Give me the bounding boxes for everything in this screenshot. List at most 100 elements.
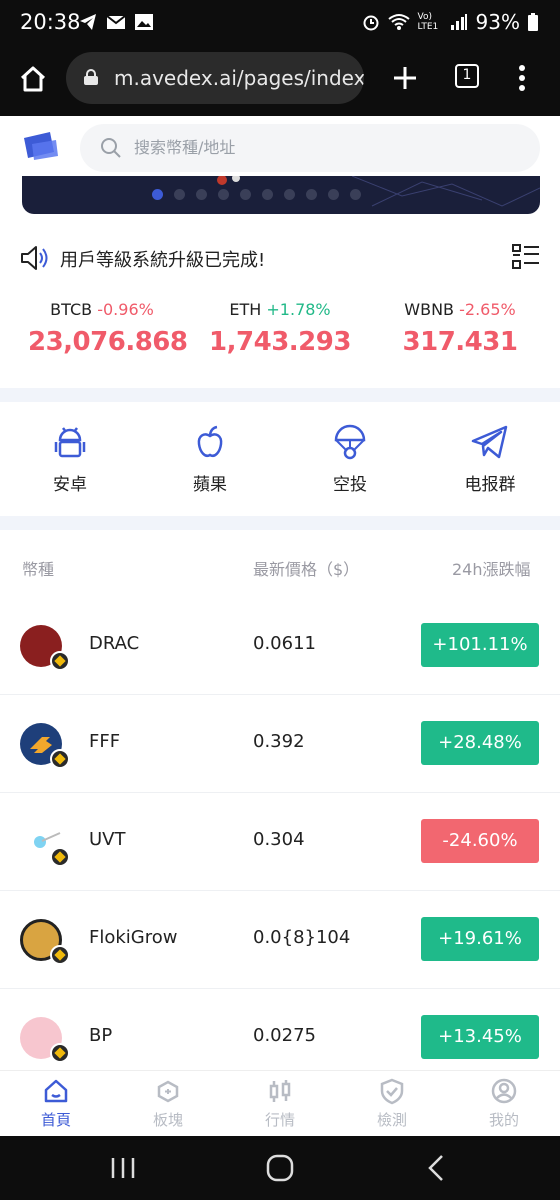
carousel-dot[interactable] bbox=[328, 189, 339, 200]
list-icon[interactable] bbox=[512, 244, 540, 270]
token-name: FFF bbox=[89, 731, 121, 752]
token-price: 0.0{8}104 bbox=[253, 927, 351, 948]
carousel-dot[interactable] bbox=[174, 189, 185, 200]
alarm-icon bbox=[363, 15, 379, 31]
ticker-change: -0.96% bbox=[97, 300, 154, 319]
token-price: 0.304 bbox=[253, 829, 305, 850]
token-name: BP bbox=[89, 1025, 113, 1046]
tab-profile[interactable]: 我的 bbox=[464, 1077, 544, 1130]
status-time: 20:38 bbox=[20, 10, 81, 34]
signal-icon bbox=[450, 14, 467, 30]
back-icon[interactable] bbox=[426, 1154, 446, 1182]
tab-label: 我的 bbox=[488, 1111, 519, 1129]
table-row[interactable]: FlokiGrow 0.0{8}104 +19.61% bbox=[0, 891, 560, 989]
column-header-price[interactable]: 最新價格（$） bbox=[253, 556, 359, 580]
carousel-dot[interactable] bbox=[284, 189, 295, 200]
telegram-group-button[interactable]: 电报群 bbox=[442, 422, 538, 495]
tab-market[interactable]: 行情 bbox=[240, 1077, 320, 1130]
carousel-dots bbox=[152, 189, 361, 200]
change-badge: +101.11% bbox=[421, 623, 539, 667]
notification-icons bbox=[78, 12, 154, 32]
token-price: 0.392 bbox=[253, 731, 305, 752]
section-divider bbox=[0, 388, 560, 402]
battery-percent: 93% bbox=[475, 10, 520, 34]
ave-logo-icon[interactable] bbox=[20, 130, 60, 164]
recent-apps-icon[interactable] bbox=[110, 1156, 136, 1180]
bsc-chain-icon bbox=[50, 651, 70, 671]
ticker-price: 317.431 bbox=[402, 327, 518, 357]
market-tab-icon bbox=[269, 1080, 291, 1102]
browser-toolbar: m.avedex.ai/pages/index/ir 1 bbox=[0, 48, 560, 116]
carousel-dot[interactable] bbox=[262, 189, 273, 200]
airdrop-icon bbox=[334, 424, 366, 460]
carousel-dot[interactable] bbox=[350, 189, 361, 200]
column-header-change[interactable]: 24h漲跌幅 bbox=[452, 556, 531, 580]
profile-icon bbox=[491, 1078, 517, 1104]
tab-sectors[interactable]: 板塊 bbox=[128, 1077, 208, 1130]
url-bar[interactable]: m.avedex.ai/pages/index/ir bbox=[66, 52, 364, 104]
token-name: UVT bbox=[89, 829, 126, 850]
announcement-text[interactable]: 用戶等級系統升級已完成! bbox=[60, 246, 265, 272]
tab-check[interactable]: 檢測 bbox=[352, 1077, 432, 1130]
status-bar: 20:38 Vo) LTE1 93% bbox=[0, 0, 560, 48]
carousel-dot[interactable] bbox=[240, 189, 251, 200]
column-header-token[interactable]: 幣種 bbox=[22, 556, 54, 580]
status-right: Vo) LTE1 93% bbox=[362, 10, 538, 34]
airdrop-button[interactable]: 空投 bbox=[302, 422, 398, 495]
ticker-symbol: ETH bbox=[229, 300, 262, 319]
carousel-dot[interactable] bbox=[306, 189, 317, 200]
carousel-dot[interactable] bbox=[152, 189, 163, 200]
bottom-tab-bar: 首頁 板塊 行情 檢測 我的 bbox=[0, 1070, 560, 1136]
ticker-price: 1,743.293 bbox=[209, 327, 351, 357]
change-badge: +19.61% bbox=[421, 917, 539, 961]
bsc-chain-icon bbox=[50, 945, 70, 965]
bsc-chain-icon bbox=[50, 1043, 70, 1063]
more-menu-icon[interactable] bbox=[514, 64, 530, 92]
ticker-symbol: BTCB bbox=[50, 300, 93, 319]
quick-action-label: 电报群 bbox=[464, 475, 516, 495]
table-row[interactable]: FFF 0.392 +28.48% bbox=[0, 695, 560, 793]
bsc-chain-icon bbox=[50, 749, 70, 769]
shield-check-icon bbox=[380, 1078, 404, 1105]
system-home-icon[interactable] bbox=[266, 1154, 294, 1182]
search-placeholder: 搜索幣種/地址 bbox=[134, 138, 236, 157]
table-row[interactable]: UVT 0.304 -24.60% bbox=[0, 793, 560, 891]
tab-count: 1 bbox=[462, 67, 472, 83]
tab-label: 首頁 bbox=[40, 1111, 71, 1129]
ticker-wbnb[interactable]: WBNB -2.65% 317.431 bbox=[386, 300, 534, 357]
apple-download-button[interactable]: 蘋果 bbox=[162, 422, 258, 495]
app-header: 搜索幣種/地址 bbox=[0, 116, 560, 182]
search-icon bbox=[101, 138, 121, 158]
sectors-tab-icon bbox=[157, 1080, 179, 1103]
tab-switcher-button[interactable]: 1 bbox=[455, 64, 479, 88]
home-icon[interactable] bbox=[18, 64, 48, 94]
quick-action-label: 蘋果 bbox=[193, 475, 227, 495]
android-download-button[interactable]: 安卓 bbox=[22, 422, 118, 495]
tab-label: 行情 bbox=[264, 1111, 295, 1129]
mail-notification-icon bbox=[106, 15, 126, 29]
lock-icon bbox=[84, 69, 98, 85]
token-price: 0.0611 bbox=[253, 633, 316, 654]
carousel-dot[interactable] bbox=[218, 189, 229, 200]
battery-icon bbox=[528, 13, 538, 31]
ticker-price: 23,076.868 bbox=[28, 327, 188, 357]
quick-action-label: 安卓 bbox=[53, 475, 87, 495]
token-name: DRAC bbox=[89, 633, 140, 654]
section-divider bbox=[0, 516, 560, 530]
wifi-icon bbox=[387, 14, 410, 30]
change-badge: +13.45% bbox=[421, 1015, 539, 1059]
ticker-btcb[interactable]: BTCB -0.96% 23,076.868 bbox=[28, 300, 188, 357]
system-navigation-bar bbox=[0, 1136, 560, 1200]
carousel-dot[interactable] bbox=[196, 189, 207, 200]
ticker-eth[interactable]: ETH +1.78% 1,743.293 bbox=[206, 300, 354, 357]
tab-home[interactable]: 首頁 bbox=[16, 1077, 96, 1130]
apple-icon bbox=[197, 425, 223, 457]
ticker-change: -2.65% bbox=[459, 300, 516, 319]
table-row[interactable]: DRAC 0.0611 +101.11% bbox=[0, 597, 560, 695]
image-notification-icon bbox=[135, 14, 153, 30]
change-badge: -24.60% bbox=[421, 819, 539, 863]
search-input[interactable]: 搜索幣種/地址 bbox=[80, 124, 540, 172]
new-tab-icon[interactable] bbox=[392, 65, 418, 91]
telegram-notification-icon bbox=[80, 14, 96, 30]
ticker-symbol: WBNB bbox=[404, 300, 455, 319]
